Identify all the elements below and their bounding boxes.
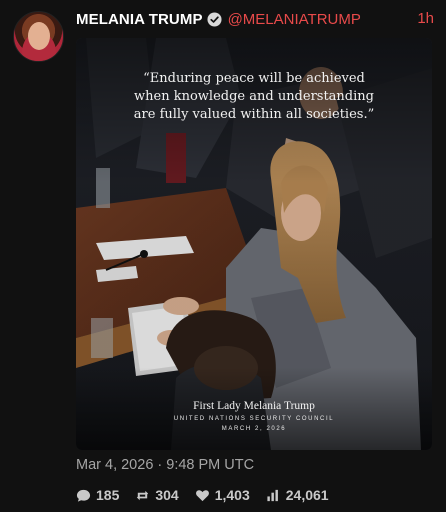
reply-icon: [76, 489, 91, 502]
like-count: 1,403: [214, 487, 250, 503]
repost-count: 304: [155, 487, 179, 503]
caption-date: MARCH 2, 2026: [221, 426, 287, 432]
repost-icon: [137, 490, 149, 500]
post-header: MELANIA TRUMP @MELANIATRUMP 1h: [0, 0, 446, 62]
post-timestamp[interactable]: Mar 4, 2026 · 9:48 PM UTC: [76, 457, 254, 473]
quote-text: “Enduring peace will be achieved when kn…: [116, 70, 392, 124]
heart-icon: [195, 489, 209, 501]
like-button[interactable]: 1,403: [195, 487, 250, 503]
time-ago[interactable]: 1h: [417, 8, 434, 30]
post-image[interactable]: “Enduring peace will be achieved when kn…: [76, 38, 432, 450]
caption-org: UNITED NATIONS SECURITY COUNCIL: [173, 416, 335, 422]
reply-count: 185: [96, 487, 120, 503]
view-count: 24,061: [285, 487, 329, 503]
avatar[interactable]: [13, 11, 64, 62]
quote-line: when knowledge and understanding: [134, 89, 374, 104]
quote-line: “Enduring peace will be achieved: [143, 71, 365, 86]
handle-link[interactable]: @MELANIATRUMP: [228, 11, 361, 28]
repost-button[interactable]: 304: [135, 487, 179, 503]
views-button[interactable]: 24,061: [266, 487, 329, 503]
views-chart-icon: [267, 489, 278, 501]
display-name[interactable]: MELANIA TRUMP: [76, 11, 203, 28]
reply-button[interactable]: 185: [76, 487, 119, 503]
verified-badge-icon: [207, 11, 222, 27]
caption-name: First Lady Melania Trump: [193, 400, 315, 412]
author-row: MELANIA TRUMP @MELANIATRUMP: [76, 8, 361, 30]
engagement-bar: 185 304 1,403 24,061: [76, 485, 345, 505]
quote-line: are fully valued within all societies.”: [133, 107, 375, 122]
